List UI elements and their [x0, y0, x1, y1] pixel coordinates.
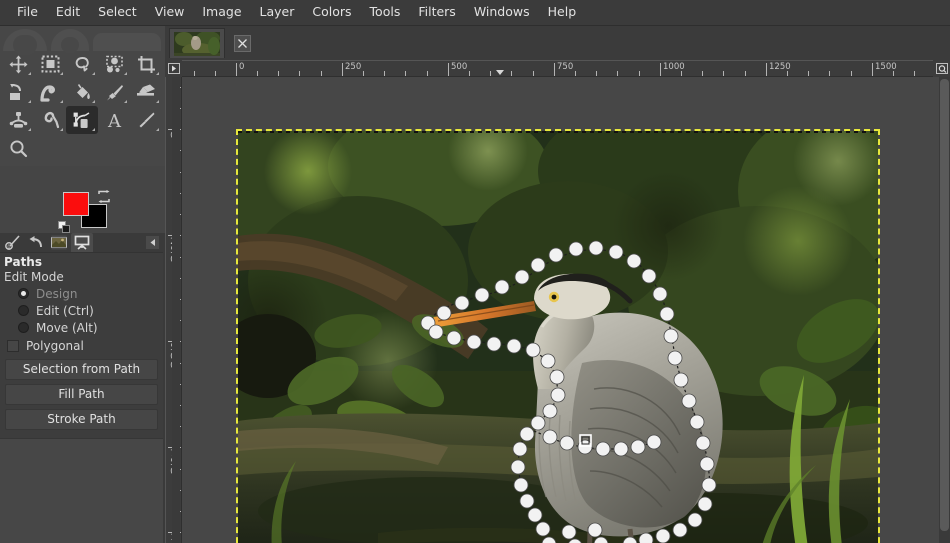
tool-corner-marker [60, 72, 63, 75]
paintbrush-tool-icon[interactable] [98, 78, 130, 106]
move-tool-icon[interactable] [2, 50, 34, 78]
canvas-photo[interactable] [238, 131, 878, 543]
polygonal-checkbox-row[interactable]: Polygonal [4, 336, 159, 355]
clone-tool-icon[interactable] [2, 106, 34, 134]
toolbox: A [0, 26, 165, 166]
menu-view[interactable]: View [146, 2, 194, 23]
menu-bar: File Edit Select View Image Layer Colors… [0, 0, 950, 26]
tool-corner-marker [60, 100, 63, 103]
tool-corner-marker [156, 128, 159, 131]
undo-history-tab-icon[interactable] [25, 233, 47, 252]
tool-options-body: Paths Edit Mode Design Edit (Ctrl) Move … [0, 253, 163, 430]
image-window: 0 250 500 750 1000 1250 1500 [165, 26, 950, 543]
image-tab[interactable] [169, 28, 225, 58]
polygonal-checkbox[interactable] [7, 339, 19, 352]
tool-corner-marker [92, 128, 95, 131]
fuzzy-select-tool-icon[interactable] [98, 50, 130, 78]
crop-tool-icon[interactable] [130, 50, 162, 78]
zoom-tool-icon[interactable] [2, 134, 34, 162]
color-picker-tool-icon[interactable] [130, 106, 162, 134]
menu-windows[interactable]: Windows [465, 2, 539, 23]
free-select-tool-icon[interactable] [66, 50, 98, 78]
tool-corner-marker [156, 100, 159, 103]
image-thumbnail-icon [174, 31, 220, 56]
tool-corner-marker [60, 128, 63, 131]
menu-tools[interactable]: Tools [361, 2, 410, 23]
gimp-application-window: File Edit Select View Image Layer Colors… [0, 0, 950, 543]
tool-corner-marker [92, 72, 95, 75]
left-dock: A 0 Paths Edit Mode Design Edit (Ctrl) M… [0, 26, 165, 543]
menu-help[interactable]: Help [539, 2, 586, 23]
device-status-tab-icon[interactable] [71, 233, 93, 252]
radio-indicator [18, 305, 29, 316]
color-area [58, 166, 118, 233]
bucket-fill-tool-icon[interactable] [66, 78, 98, 106]
tool-corner-marker [156, 72, 159, 75]
unified-transform-tool-icon[interactable] [2, 78, 34, 106]
radio-move-label: Move (Alt) [36, 320, 98, 335]
polygonal-label: Polygonal [26, 338, 84, 353]
toolbox-header-decoration [3, 27, 161, 55]
radio-design-label: Design [36, 286, 78, 301]
text-tool-icon[interactable]: A [98, 106, 130, 134]
radio-indicator [18, 288, 29, 299]
tool-corner-marker [28, 128, 31, 131]
tool-options-tab-icon[interactable]: 0 [2, 233, 24, 252]
rectangle-select-tool-icon[interactable] [34, 50, 66, 78]
menu-filters[interactable]: Filters [409, 2, 464, 23]
smudge-tool-icon[interactable] [34, 106, 66, 134]
radio-design[interactable]: Design [4, 285, 159, 302]
svg-text:A: A [107, 111, 122, 130]
canvas-left-gutter [172, 77, 180, 543]
tool-options-dock: 0 Paths Edit Mode Design Edit (Ctrl) Mov… [0, 233, 163, 438]
dock-empty-area [0, 438, 163, 543]
tool-corner-marker [28, 72, 31, 75]
menu-edit[interactable]: Edit [47, 2, 89, 23]
tab-menu-icon[interactable] [146, 236, 159, 249]
dock-tab-strip: 0 [0, 233, 163, 253]
image-thumbnail-tab-icon[interactable] [48, 233, 70, 252]
fill-path-button[interactable]: Fill Path [5, 384, 158, 405]
tool-corner-marker [28, 100, 31, 103]
selection-from-path-button[interactable]: Selection from Path [5, 359, 158, 380]
menu-file[interactable]: File [8, 2, 47, 23]
paths-tool-icon[interactable] [66, 106, 98, 134]
tool-corner-marker [124, 72, 127, 75]
radio-edit-ctrl[interactable]: Edit (Ctrl) [4, 302, 159, 319]
menu-colors[interactable]: Colors [303, 2, 360, 23]
radio-move-alt[interactable]: Move (Alt) [4, 319, 159, 336]
canvas-frame[interactable] [236, 129, 880, 543]
menu-layer[interactable]: Layer [251, 2, 304, 23]
eraser-tool-icon[interactable] [130, 78, 162, 106]
image-tab-strip [165, 26, 950, 60]
tool-grid: A [2, 50, 162, 162]
edit-mode-label: Edit Mode [4, 270, 64, 284]
svg-text:0: 0 [7, 244, 10, 250]
foreground-color-swatch[interactable] [63, 192, 89, 216]
horizontal-ruler[interactable]: 0 250 500 750 1000 1250 1500 [165, 60, 950, 77]
zoom-follow-window-icon[interactable] [933, 60, 950, 77]
tool-corner-marker [92, 100, 95, 103]
radio-indicator [18, 322, 29, 333]
tool-options-title: Paths [4, 255, 42, 269]
horizontal-position-marker [496, 70, 504, 75]
radio-edit-label: Edit (Ctrl) [36, 303, 94, 318]
ruler-menu-icon[interactable] [165, 60, 182, 77]
warp-transform-tool-icon[interactable] [34, 78, 66, 106]
scrollbar-thumb[interactable] [940, 79, 949, 531]
menu-image[interactable]: Image [193, 2, 250, 23]
canvas-vertical-scrollbar[interactable] [939, 77, 950, 543]
tool-corner-marker [124, 100, 127, 103]
close-icon[interactable] [234, 34, 251, 52]
stroke-path-button[interactable]: Stroke Path [5, 409, 158, 430]
canvas-area[interactable] [182, 77, 939, 543]
menu-select[interactable]: Select [89, 2, 146, 23]
